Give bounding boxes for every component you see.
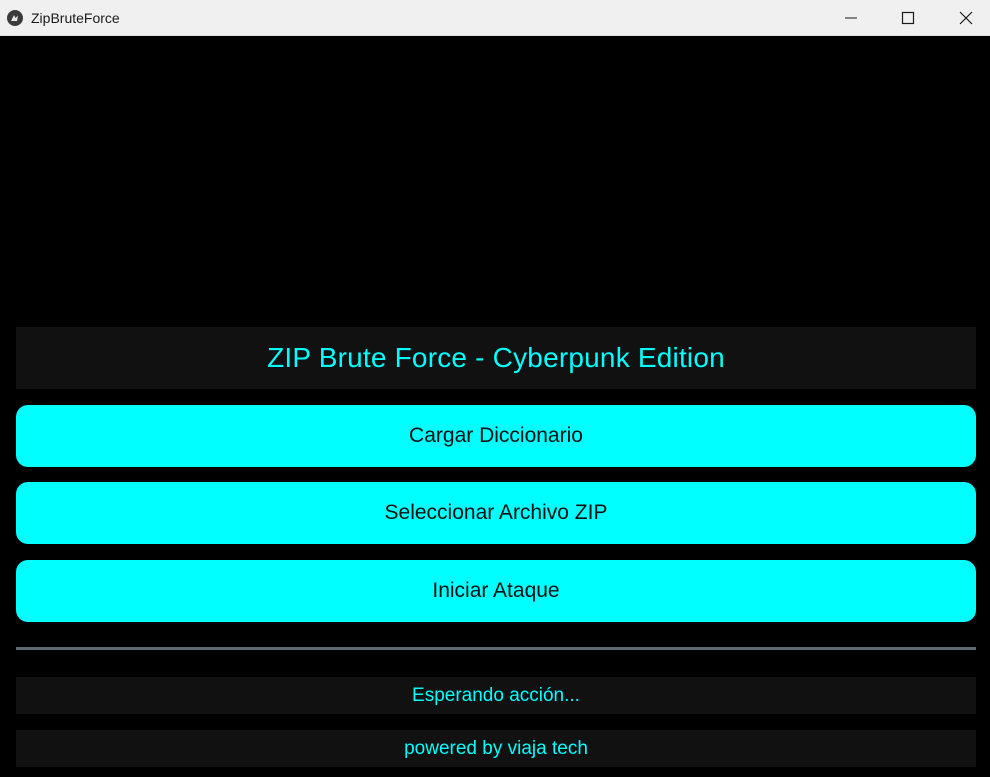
window-title: ZipBruteForce — [31, 10, 120, 26]
minimize-icon — [845, 17, 857, 19]
title-bar[interactable]: ZipBruteForce — [0, 0, 990, 36]
status-panel: Esperando acción... — [16, 677, 976, 714]
footer-credit: powered by viaja tech — [404, 737, 588, 759]
close-button[interactable] — [937, 0, 990, 36]
maximize-button[interactable] — [879, 0, 937, 36]
progress-bar — [16, 647, 976, 650]
maximize-icon — [901, 11, 915, 25]
app-window: ZipBruteForce ZIP Brute Force - Cyberpun… — [0, 0, 990, 777]
start-attack-button[interactable]: Iniciar Ataque — [16, 560, 976, 622]
load-dictionary-button[interactable]: Cargar Diccionario — [16, 405, 976, 467]
status-text: Esperando acción... — [412, 684, 580, 706]
footer-panel: powered by viaja tech — [16, 730, 976, 767]
kivy-logo-icon — [7, 10, 23, 26]
close-icon — [959, 11, 973, 25]
header-panel: ZIP Brute Force - Cyberpunk Edition — [16, 327, 976, 389]
select-zip-button[interactable]: Seleccionar Archivo ZIP — [16, 482, 976, 544]
minimize-button[interactable] — [822, 0, 880, 36]
page-title: ZIP Brute Force - Cyberpunk Edition — [267, 342, 725, 373]
